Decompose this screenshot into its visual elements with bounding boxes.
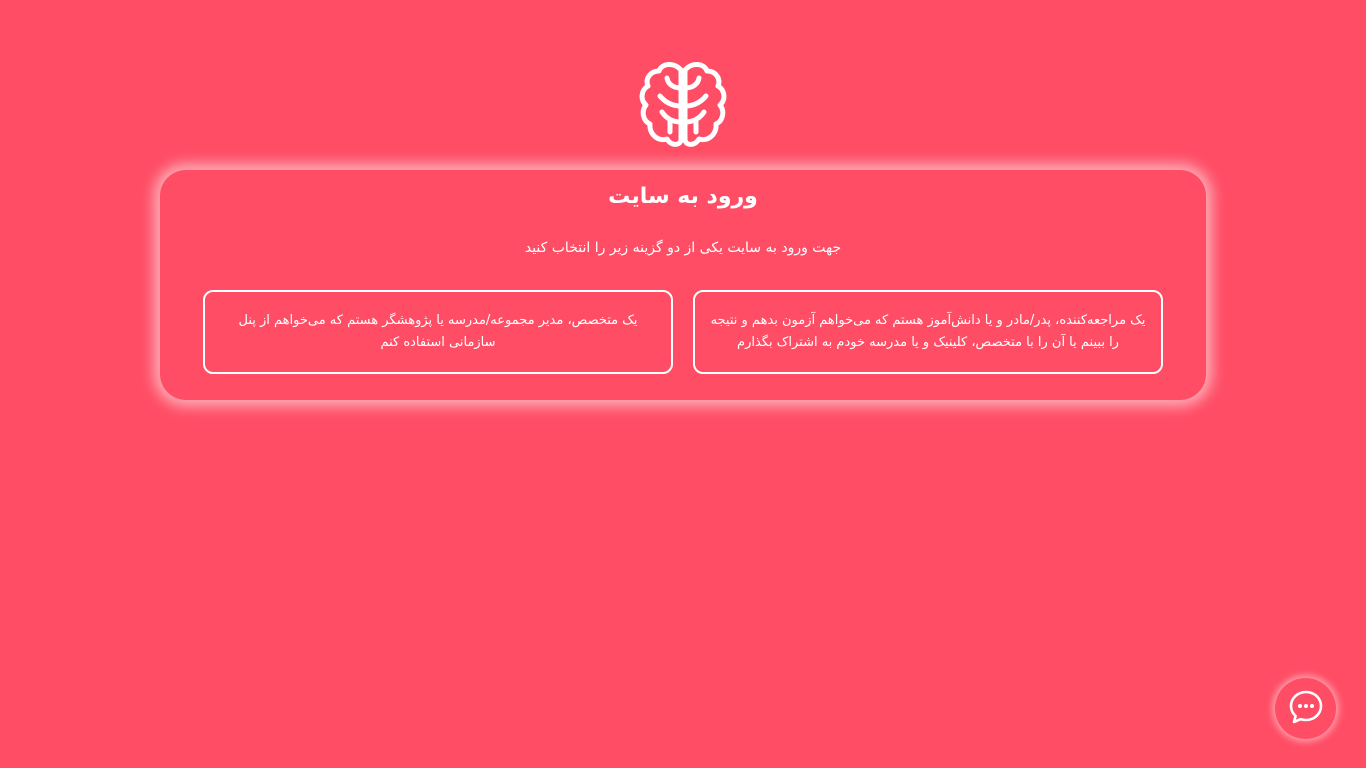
- brain-icon: [638, 60, 728, 148]
- specialist-login-button[interactable]: یک متخصص، مدیر مجموعه/مدرسه یا پژوهشگر ه…: [203, 290, 673, 374]
- login-instructions: جهت ورود به سایت یکی از دو گزینه زیر را …: [524, 240, 842, 256]
- chat-button[interactable]: [1275, 678, 1336, 739]
- login-page: ورود به سایت جهت ورود به سایت یکی از دو …: [0, 0, 1366, 768]
- chat-bubble-icon: [1288, 689, 1324, 729]
- page-title: ورود به سایت: [608, 184, 758, 209]
- client-login-button[interactable]: یک مراجعه‌کننده، پدر/مادر و یا دانش‌آموز…: [693, 290, 1163, 374]
- login-card: ورود به سایت جهت ورود به سایت یکی از دو …: [160, 170, 1206, 400]
